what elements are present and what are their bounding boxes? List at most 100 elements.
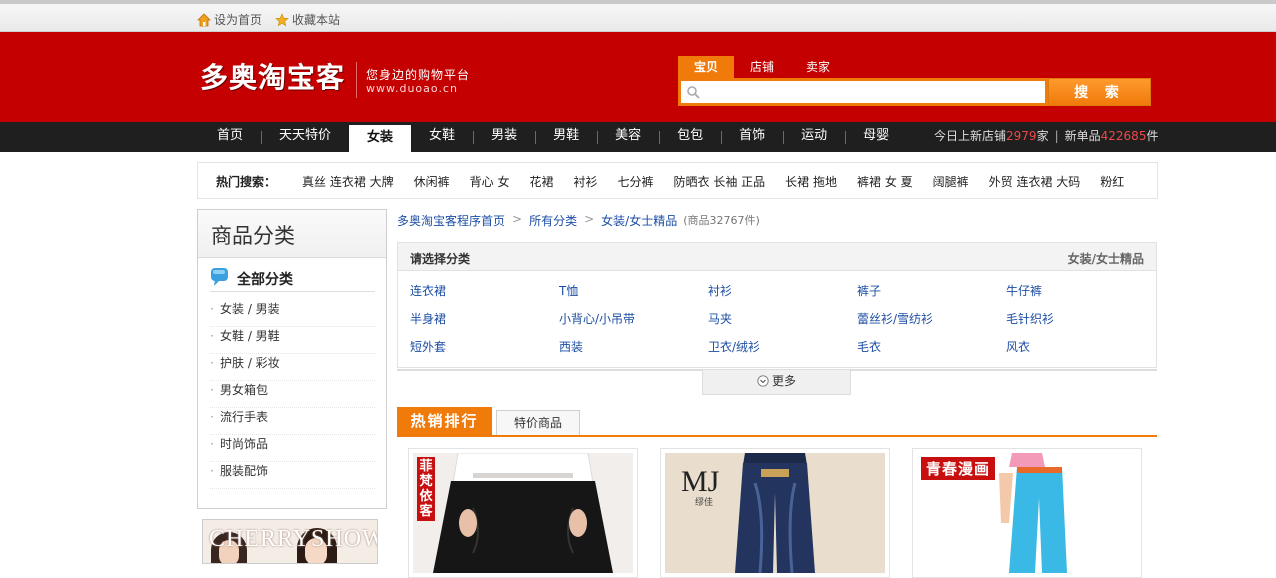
sidebar-promo-banner[interactable]: CHERRYSHOW	[202, 519, 378, 564]
category-link[interactable]: 连衣裙	[410, 283, 559, 299]
sidebar-item[interactable]: 护肤 / 彩妆	[210, 354, 375, 381]
hot-search-bar: 热门搜索： 真丝 连衣裙 大牌 休闲裤 背心 女 花裙 衬衫 七分裤 防晒衣 长…	[197, 162, 1158, 199]
nav-stats: 今日上新店铺2979家 | 新单品422685件	[934, 129, 1159, 143]
search-icon	[687, 86, 700, 99]
category-panel-title: 请选择分类	[410, 252, 471, 266]
category-link[interactable]: 风衣	[1006, 339, 1155, 355]
sidebar-list: 女装 / 男装 女鞋 / 男鞋 护肤 / 彩妆 男女箱包 流行手表 时尚饰品 服…	[210, 300, 375, 489]
hot-search-link[interactable]: 花裙	[529, 173, 553, 190]
nav-item-women[interactable]: 女装	[349, 125, 412, 152]
category-link[interactable]: T恤	[559, 283, 708, 299]
nav-item-home[interactable]: 首页	[199, 122, 261, 152]
search-button[interactable]: 搜 索	[1048, 78, 1151, 106]
category-link[interactable]: 毛针织衫	[1006, 311, 1155, 327]
site-logo[interactable]: 多奥淘宝客	[200, 56, 345, 96]
top-utility-bar: 设为首页 收藏本站	[0, 0, 1276, 32]
product-card[interactable]: 青春漫画	[912, 448, 1142, 578]
hot-search-link[interactable]: 外贸 连衣裙 大码	[989, 173, 1081, 190]
bookmark-label: 收藏本站	[292, 13, 341, 27]
search-tab-items[interactable]: 宝贝	[678, 56, 734, 78]
shop-tag: 青春漫画	[921, 457, 996, 480]
search-input[interactable]	[681, 81, 1045, 103]
category-link[interactable]: 卫衣/绒衫	[708, 339, 857, 355]
product-count: (商品32767件)	[683, 214, 760, 227]
product-image[interactable]: MJ 缪佳	[665, 453, 885, 573]
category-link[interactable]: 毛衣	[857, 339, 1006, 355]
category-panel-header: 请选择分类 女装/女士精品	[398, 243, 1156, 271]
category-link[interactable]: 半身裙	[410, 311, 559, 327]
sidebar-item[interactable]: 服装配饰	[210, 462, 375, 489]
breadcrumb: 多奥淘宝客程序首页 > 所有分类 > 女装/女士精品 (商品32767件)	[397, 212, 760, 229]
category-link[interactable]: 裤子	[857, 283, 1006, 299]
nav-item-bags[interactable]: 包包	[659, 122, 721, 152]
set-home-label: 设为首页	[214, 13, 263, 27]
tab-hot-sales[interactable]: 热销排行	[397, 407, 492, 435]
category-grid: 连衣裙 T恤 衬衫 裤子 牛仔裤 半身裙 小背心/小吊带 马夹 蕾丝衫/雪纺衫 …	[410, 283, 1150, 355]
hot-search-label: 热门搜索：	[216, 175, 277, 189]
category-panel-current: 女装/女士精品	[1067, 252, 1144, 266]
speech-bubble-icon	[211, 268, 228, 286]
hot-search-link[interactable]: 七分裤	[618, 173, 654, 190]
more-categories-button[interactable]: 更多	[702, 370, 851, 395]
product-photo-pants	[413, 453, 633, 573]
category-link[interactable]: 西装	[559, 339, 708, 355]
breadcrumb-home[interactable]: 多奥淘宝客程序首页	[397, 212, 505, 229]
chevron-down-circle-icon	[757, 375, 769, 387]
main-nav: 首页 天天特价 女装 女鞋 男装 男鞋 美容 包包 首饰 运动 母婴 今日上新店…	[0, 122, 1276, 152]
sidebar-item[interactable]: 时尚饰品	[210, 435, 375, 462]
more-label: 更多	[771, 374, 796, 388]
category-link[interactable]: 小背心/小吊带	[559, 311, 708, 327]
sidebar-item[interactable]: 男女箱包	[210, 381, 375, 408]
home-icon	[197, 12, 211, 26]
sidebar-item[interactable]: 流行手表	[210, 408, 375, 435]
category-link[interactable]: 衬衫	[708, 283, 857, 299]
product-tabs: 热销排行 特价商品	[397, 407, 1157, 437]
search-tab-sellers[interactable]: 卖家	[790, 56, 846, 78]
nav-item-men[interactable]: 男装	[473, 122, 535, 152]
breadcrumb-current[interactable]: 女装/女士精品	[601, 212, 677, 229]
hot-search-link[interactable]: 防晒衣 长袖 正品	[674, 173, 766, 190]
nav-item-daily-deals[interactable]: 天天特价	[261, 122, 349, 152]
hot-search-link[interactable]: 衬衫	[574, 173, 598, 190]
hot-search-link[interactable]: 休闲裤	[414, 173, 450, 190]
logo-divider	[356, 62, 357, 98]
tab-special-offers[interactable]: 特价商品	[496, 410, 580, 435]
product-image[interactable]: 菲梵依客	[413, 453, 633, 573]
sidebar-all-categories[interactable]: 全部分类	[210, 266, 375, 292]
nav-item-jewelry[interactable]: 首饰	[721, 122, 783, 152]
nav-item-beauty[interactable]: 美容	[597, 122, 659, 152]
site-header: 多奥淘宝客 您身边的购物平台 www.duoao.cn 宝贝 店铺 卖家 搜 索	[0, 32, 1276, 122]
bookmark-link[interactable]: 收藏本站	[275, 11, 340, 28]
star-icon	[275, 12, 289, 26]
sidebar-item[interactable]: 女装 / 男装	[210, 300, 375, 327]
brand-logo: MJ	[681, 465, 720, 498]
category-sidebar: 商品分类 全部分类 女装 / 男装 女鞋 / 男鞋 护肤 / 彩妆 男女箱包 流…	[197, 209, 387, 509]
new-items-label: 新单品	[1064, 129, 1101, 143]
new-shops-count: 2979	[1006, 129, 1037, 143]
category-link[interactable]: 牛仔裤	[1006, 283, 1155, 299]
new-shops-label: 今日上新店铺	[934, 129, 1007, 143]
product-image[interactable]: 青春漫画	[917, 453, 1137, 573]
sidebar-item[interactable]: 女鞋 / 男鞋	[210, 327, 375, 354]
nav-item-baby[interactable]: 母婴	[845, 122, 907, 152]
shops-unit: 家	[1036, 129, 1049, 143]
items-unit: 件	[1146, 129, 1159, 143]
nav-item-sports[interactable]: 运动	[783, 122, 845, 152]
category-link[interactable]: 蕾丝衫/雪纺衫	[857, 311, 1006, 327]
product-card[interactable]: 菲梵依客	[408, 448, 638, 578]
hot-search-link[interactable]: 背心 女	[470, 173, 510, 190]
hot-search-link[interactable]: 真丝 连衣裙 大牌	[302, 173, 394, 190]
hot-search-link[interactable]: 粉红	[1100, 173, 1124, 190]
set-home-link[interactable]: 设为首页	[197, 11, 262, 28]
breadcrumb-all[interactable]: 所有分类	[529, 212, 577, 229]
hot-search-link[interactable]: 长裙 拖地	[785, 173, 837, 190]
category-link[interactable]: 短外套	[410, 339, 559, 355]
hot-search-link[interactable]: 裤裙 女 夏	[857, 173, 913, 190]
category-link[interactable]: 马夹	[708, 311, 857, 327]
nav-item-women-shoes[interactable]: 女鞋	[411, 122, 473, 152]
hot-search-link[interactable]: 阔腿裤	[933, 173, 969, 190]
search-tab-shops[interactable]: 店铺	[734, 56, 790, 78]
product-card[interactable]: MJ 缪佳	[660, 448, 890, 578]
site-url: www.duoao.cn	[366, 82, 458, 95]
nav-item-men-shoes[interactable]: 男鞋	[535, 122, 597, 152]
